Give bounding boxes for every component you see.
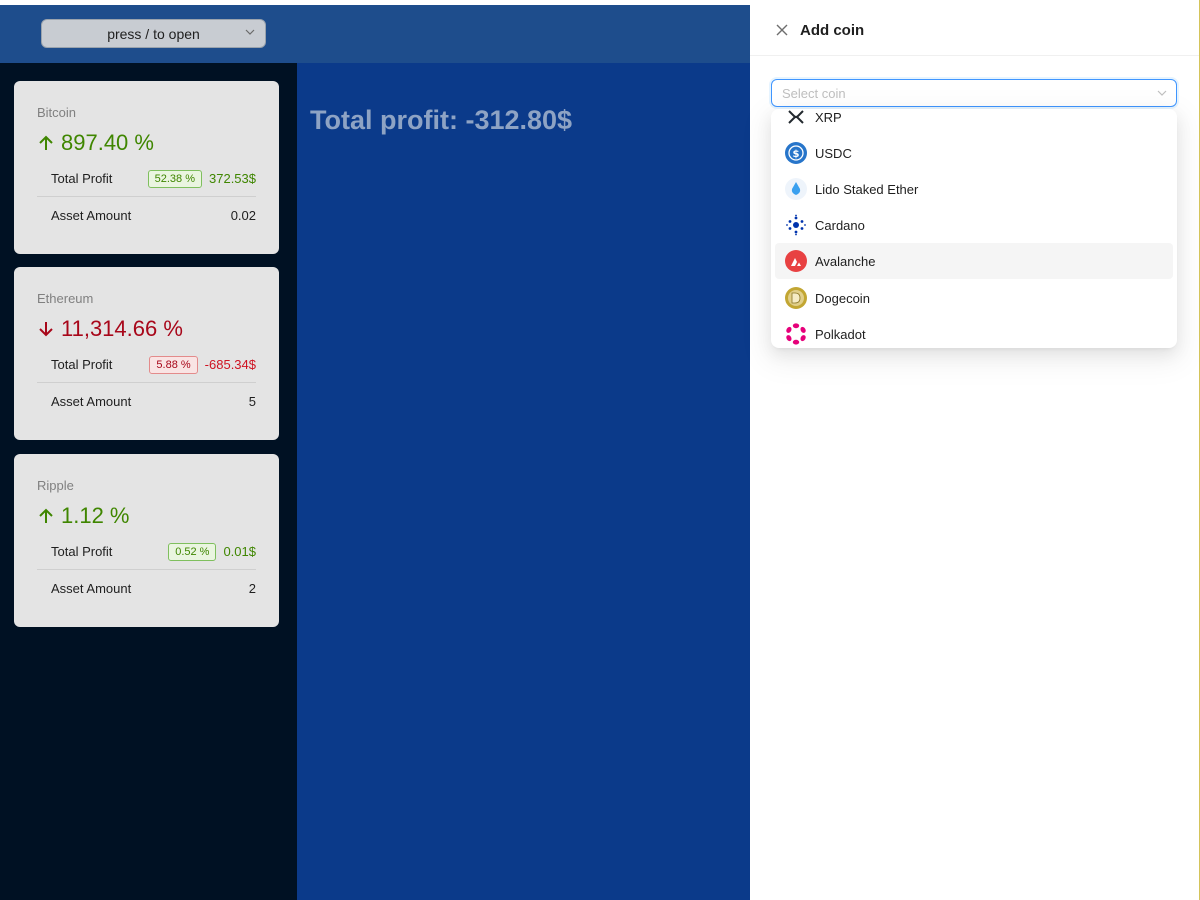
coin-option-polkadot[interactable]: Polkadot [775, 316, 1173, 348]
coin-card-ethereum: Ethereum 11,314.66 % Total Profit 5.88 %… [14, 267, 279, 440]
lido-icon [785, 178, 807, 200]
total-profit-label: Total Profit [51, 544, 113, 559]
asset-amount-label: Asset Amount [51, 580, 132, 596]
coin-option-label: Avalanche [815, 253, 876, 269]
coin-option-xrp[interactable]: XRP [775, 109, 1173, 135]
arrow-up-icon [39, 135, 53, 150]
asset-amount-value: 2 [248, 580, 256, 596]
chevron-down-icon [245, 29, 255, 35]
asset-amount-value: 5 [248, 393, 256, 409]
coin-option-label: Dogecoin [815, 290, 870, 306]
dogecoin-icon [785, 287, 807, 309]
coin-percent: 1.12 % [37, 503, 130, 529]
total-profit-heading: Total profit: -312.80$ [310, 105, 573, 135]
total-profit-row: Total Profit 52.38 % 372.53$ [37, 161, 256, 197]
coin-option-lido-staked-ether[interactable]: Lido Staked Ether [775, 171, 1173, 207]
coin-percent: 11,314.66 % [37, 316, 183, 342]
profit-percent-tag: 52.38 % [147, 169, 202, 188]
coin-option-label: USDC [815, 145, 852, 161]
profit-value: 372.53$ [209, 171, 256, 186]
close-icon[interactable] [774, 22, 790, 38]
coin-percent-value: 1.12 % [61, 503, 130, 528]
asset-amount-label: Asset Amount [51, 393, 132, 409]
polkadot-icon [786, 323, 806, 345]
coin-card-ripple: Ripple 1.12 % Total Profit 0.52 % 0.01$ … [14, 454, 279, 627]
total-profit-row: Total Profit 0.52 % 0.01$ [37, 534, 256, 570]
asset-amount-row: Asset Amount 5 [37, 383, 256, 419]
coin-option-avalanche[interactable]: Avalanche [775, 243, 1173, 279]
coin-option-label: XRP [815, 109, 842, 125]
cardano-icon [786, 214, 806, 236]
total-profit-label: Total Profit [51, 357, 113, 372]
coin-percent: 897.40 % [37, 130, 154, 156]
select-coin-input[interactable]: Select coin [771, 79, 1177, 107]
total-profit-label: Total Profit [51, 171, 113, 186]
coin-name: Bitcoin [37, 105, 77, 120]
profit-value: -685.34$ [204, 357, 256, 372]
header: press / to open [0, 5, 750, 63]
profit-percent-tag: 0.52 % [168, 542, 217, 561]
svg-text:$: $ [793, 149, 800, 160]
sidebar: Bitcoin 897.40 % Total Profit 52.38 % 37… [0, 63, 297, 900]
coin-option-label: Cardano [815, 217, 865, 233]
chevron-down-icon [1157, 90, 1167, 96]
select-coin-placeholder: Select coin [782, 86, 846, 101]
drawer-title: Add coin [800, 22, 865, 39]
drawer-header: Add coin [750, 5, 1199, 56]
coin-name: Ethereum [37, 291, 94, 306]
coin-card-bitcoin: Bitcoin 897.40 % Total Profit 52.38 % 37… [14, 81, 279, 254]
coin-option-dogecoin[interactable]: Dogecoin [775, 280, 1173, 316]
coin-search-placeholder: press / to open [107, 25, 200, 42]
arrow-down-icon [39, 322, 53, 337]
asset-amount-value: 0.02 [230, 207, 256, 223]
profit-percent-tag: 5.88 % [149, 355, 198, 374]
coin-option-usdc[interactable]: $ USDC [775, 135, 1173, 171]
coin-option-label: Lido Staked Ether [815, 181, 919, 197]
asset-amount-label: Asset Amount [51, 207, 132, 223]
coin-option-label: Polkadot [815, 326, 866, 342]
avalanche-icon [785, 250, 807, 272]
profit-value: 0.01$ [223, 544, 256, 559]
add-coin-drawer: Add coin Select coin XRP $ USDC Lido Sta… [750, 5, 1199, 900]
coin-dropdown-list: XRP $ USDC Lido Staked Ether Cardano Ava… [771, 109, 1177, 348]
coin-option-cardano[interactable]: Cardano [775, 207, 1173, 243]
coin-name: Ripple [37, 478, 74, 493]
total-profit-row: Total Profit 5.88 % -685.34$ [37, 347, 256, 383]
main-content: Total profit: -312.80$ [297, 63, 750, 900]
arrow-up-icon [39, 508, 53, 523]
usdc-icon: $ [785, 142, 807, 164]
coin-search-select[interactable]: press / to open [41, 19, 266, 48]
asset-amount-row: Asset Amount 2 [37, 570, 256, 606]
coin-percent-value: 897.40 % [61, 130, 154, 155]
xrp-icon [788, 110, 804, 124]
coin-percent-value: 11,314.66 % [61, 316, 183, 341]
asset-amount-row: Asset Amount 0.02 [37, 197, 256, 233]
